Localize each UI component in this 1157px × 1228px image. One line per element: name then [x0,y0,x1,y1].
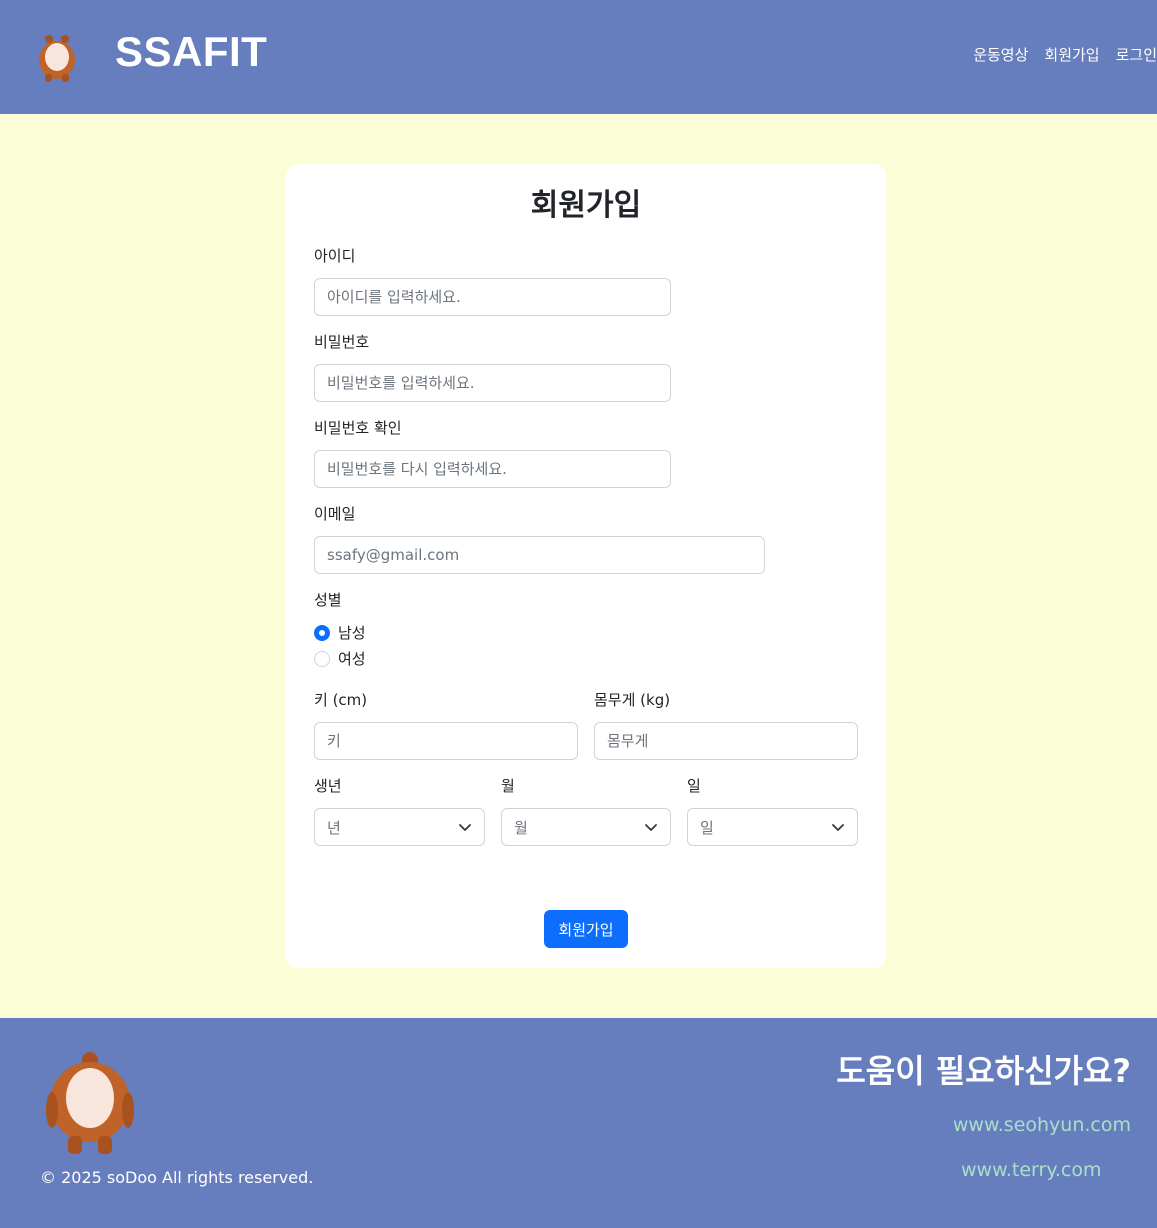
footer-link-terry[interactable]: www.terry.com [961,1159,1102,1181]
password-input[interactable] [314,364,671,402]
birth-day-label: 일 [687,777,701,795]
help-title: 도움이 필요하신가요? [836,1052,1131,1090]
weight-label: 몸무게 (kg) [594,691,671,709]
birth-year-value: 년 [327,818,341,837]
birth-month-value: 월 [514,818,528,837]
weight-input[interactable] [594,722,858,760]
brand-title[interactable]: SSAFIT [115,28,267,76]
signup-card: 회원가입 아이디 비밀번호 비밀번호 확인 이메일 성별 남성 여성 키 (cm… [286,164,886,968]
gender-male-label: 남성 [338,624,366,642]
email-label: 이메일 [314,505,356,523]
site-header: SSAFIT 운동영상 회원가입 로그인 [0,0,1157,114]
main-nav: 운동영상 회원가입 로그인 [973,44,1157,65]
radio-male[interactable] [314,624,330,641]
chevron-down-icon [832,824,844,831]
signup-submit-button[interactable]: 회원가입 [544,910,628,948]
height-label: 키 (cm) [314,691,368,709]
password-confirm-input[interactable] [314,450,671,488]
radio-female[interactable] [314,650,330,667]
nav-signup[interactable]: 회원가입 [1044,44,1099,65]
footer-link-seohyun[interactable]: www.seohyun.com [953,1114,1131,1136]
gender-option-female[interactable]: 여성 [314,648,366,669]
birth-month-select[interactable]: 월 [501,808,671,846]
id-label: 아이디 [314,247,356,265]
height-input[interactable] [314,722,578,760]
gender-option-male[interactable]: 남성 [314,622,366,643]
copyright-text: © 2025 soDoo All rights reserved. [40,1168,314,1187]
birth-year-select[interactable]: 년 [314,808,485,846]
gender-label: 성별 [314,591,342,609]
site-footer: © 2025 soDoo All rights reserved. 도움이 필요… [0,1018,1157,1228]
chevron-down-icon [645,824,657,831]
birth-day-value: 일 [700,818,714,837]
birth-month-label: 월 [501,777,515,795]
nav-login[interactable]: 로그인 [1116,44,1157,65]
birth-year-label: 생년 [314,777,342,795]
password-confirm-label: 비밀번호 확인 [314,419,402,437]
chevron-down-icon [459,824,471,831]
nav-videos[interactable]: 운동영상 [973,44,1028,65]
id-input[interactable] [314,278,671,316]
password-label: 비밀번호 [314,333,370,351]
page-title: 회원가입 [530,188,642,223]
bear-logo-icon[interactable] [34,30,80,82]
gender-female-label: 여성 [338,650,366,668]
birth-day-select[interactable]: 일 [687,808,858,846]
email-input[interactable] [314,536,765,574]
bear-mascot-icon [46,1052,134,1154]
